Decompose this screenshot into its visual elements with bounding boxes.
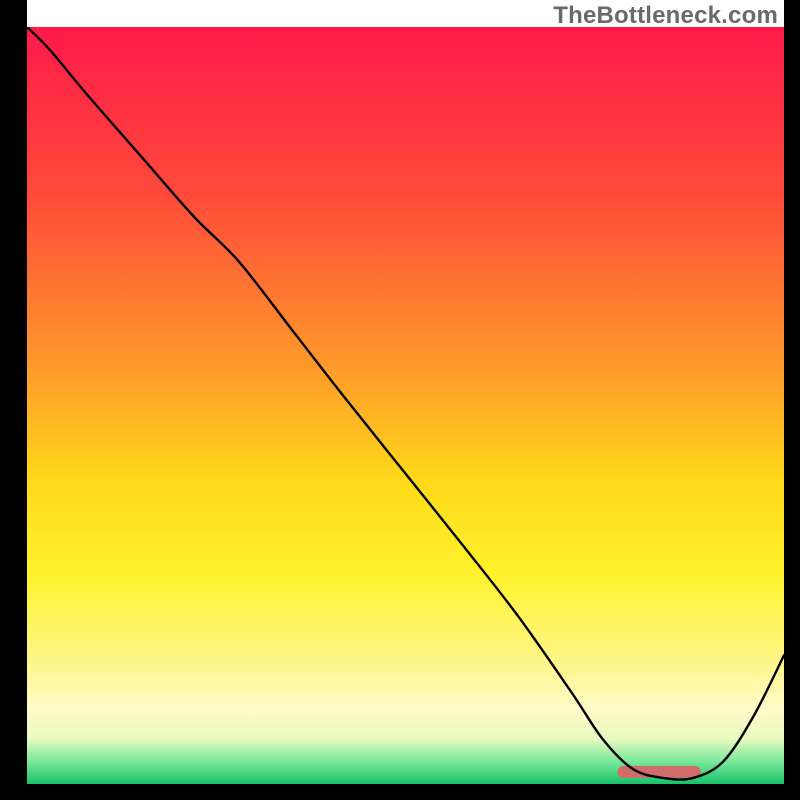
chart-container [27, 27, 784, 784]
bottleneck-chart [27, 27, 784, 784]
watermark-text: TheBottleneck.com [553, 2, 778, 30]
axis-frame-left [0, 0, 27, 800]
chart-gradient-area [27, 27, 784, 784]
axis-frame-bottom [0, 784, 800, 800]
axis-frame-right [784, 0, 800, 800]
